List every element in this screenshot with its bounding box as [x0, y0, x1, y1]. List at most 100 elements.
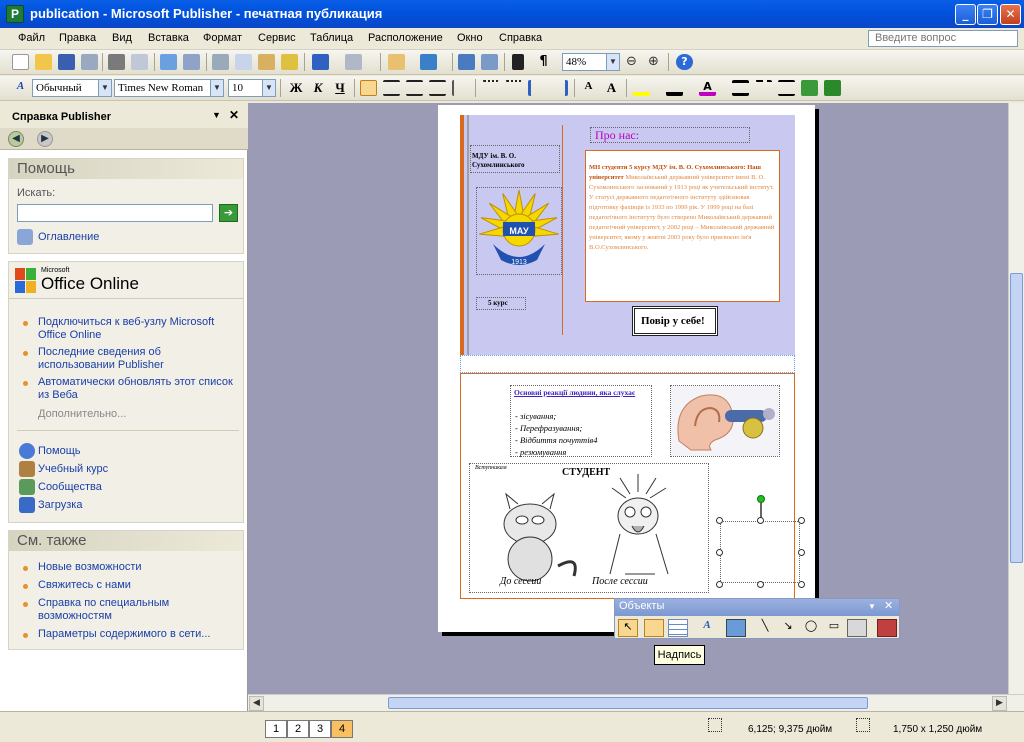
- hyperlink-icon[interactable]: [458, 54, 475, 70]
- menu-tools[interactable]: Сервис: [258, 32, 296, 44]
- columns-icon[interactable]: [512, 54, 524, 70]
- font-size-select[interactable]: 10 ▼: [228, 79, 276, 97]
- horizontal-scroll-thumb[interactable]: [388, 697, 868, 709]
- cut-icon[interactable]: [212, 54, 229, 70]
- close-button[interactable]: ✕: [1000, 4, 1021, 25]
- page-tab-4-active[interactable]: 4: [331, 720, 353, 738]
- zoom-in-icon[interactable]: ⊕: [645, 54, 662, 70]
- menu-format[interactable]: Формат: [203, 32, 242, 44]
- print-icon[interactable]: [108, 54, 125, 70]
- rotation-handle[interactable]: [757, 495, 765, 503]
- spelling-icon[interactable]: [160, 54, 177, 70]
- line-color-icon[interactable]: [666, 80, 683, 96]
- line-icon[interactable]: ╲: [755, 619, 775, 637]
- arrow-style-icon[interactable]: [778, 80, 795, 96]
- objects-toolbar-title[interactable]: Объекты ▼ ✕: [615, 599, 899, 616]
- horizontal-scrollbar[interactable]: ◀ ▶: [248, 694, 1024, 711]
- font-select[interactable]: Times New Roman ▼: [114, 79, 224, 97]
- redo-icon[interactable]: [345, 54, 362, 70]
- see-also-link-1[interactable]: Новые возможности: [38, 561, 142, 574]
- vertical-scroll-thumb[interactable]: [1010, 273, 1023, 563]
- menu-file[interactable]: Файл: [18, 32, 45, 44]
- new-icon[interactable]: [12, 54, 29, 70]
- zoom-page-icon[interactable]: [481, 54, 498, 70]
- line-spacing-icon[interactable]: [452, 80, 469, 96]
- logo-frame[interactable]: МАУ 1913: [476, 187, 562, 275]
- align-center-icon[interactable]: [383, 80, 400, 96]
- zoom-out-icon[interactable]: ⊖: [623, 54, 640, 70]
- new-text-box[interactable]: [720, 521, 800, 583]
- format-painter-icon[interactable]: [281, 54, 298, 70]
- numbering-icon[interactable]: [482, 80, 499, 96]
- menu-edit[interactable]: Правка: [59, 32, 96, 44]
- menu-window[interactable]: Окно: [457, 32, 483, 44]
- 3d-style-icon[interactable]: [824, 80, 841, 96]
- arrange-icon[interactable]: [388, 54, 405, 70]
- chevron-down-icon[interactable]: ▼: [212, 110, 221, 120]
- rotate-icon[interactable]: [420, 54, 437, 70]
- print-preview-icon[interactable]: [131, 54, 148, 70]
- about-text-frame[interactable]: МН студенти 5 курсу МДУ ім. В. О. Сухомл…: [585, 150, 780, 302]
- design-gallery-icon[interactable]: [877, 619, 897, 637]
- line-style-icon[interactable]: [732, 80, 749, 96]
- help-search-input[interactable]: [17, 204, 213, 222]
- ear-image-frame[interactable]: [670, 385, 780, 457]
- back-icon[interactable]: ◀: [8, 131, 24, 147]
- font-color-icon[interactable]: A: [699, 80, 716, 96]
- publication-page[interactable]: Про нас: МДУ ім. В. О. Сухомлинського МА…: [438, 105, 815, 632]
- chevron-down-icon[interactable]: ▼: [868, 602, 876, 611]
- increase-indent-icon[interactable]: [551, 80, 568, 96]
- search-go-icon[interactable]: ➔: [219, 204, 238, 222]
- italic-button[interactable]: К: [308, 79, 328, 97]
- save-icon[interactable]: [58, 54, 75, 70]
- resize-handle[interactable]: [716, 517, 723, 524]
- styles-icon[interactable]: A: [12, 80, 29, 96]
- align-left-icon[interactable]: [360, 80, 377, 96]
- restore-button[interactable]: ❐: [977, 4, 998, 25]
- align-right-icon[interactable]: [406, 80, 423, 96]
- zoom-select[interactable]: 48% ▼: [562, 53, 620, 71]
- office-online-link-1[interactable]: Подключиться к веб-узлу Microsoft Office…: [38, 316, 238, 342]
- reactions-frame[interactable]: Основні реакції людини, яка слухає - зіс…: [510, 385, 652, 457]
- menu-arrange[interactable]: Расположение: [368, 32, 443, 44]
- arrow-icon[interactable]: ↘: [778, 619, 798, 637]
- close-icon[interactable]: ✕: [884, 599, 893, 612]
- resize-handle[interactable]: [757, 581, 764, 588]
- research-icon[interactable]: [183, 54, 200, 70]
- scroll-right-icon[interactable]: ▶: [992, 696, 1007, 711]
- see-also-link-3[interactable]: Справка по специальным возможностям: [38, 597, 228, 623]
- menu-view[interactable]: Вид: [112, 32, 132, 44]
- permission-icon[interactable]: [81, 54, 98, 70]
- bold-button[interactable]: Ж: [286, 79, 306, 97]
- bullets-icon[interactable]: [505, 80, 522, 96]
- menu-help[interactable]: Справка: [499, 32, 542, 44]
- resource-training-link[interactable]: Учебный курс: [38, 463, 108, 476]
- select-objects-icon[interactable]: ↖: [618, 619, 638, 637]
- office-online-link-2[interactable]: Последние сведения об использовании Publ…: [38, 346, 238, 372]
- vertical-scrollbar[interactable]: [1008, 103, 1024, 694]
- dash-style-icon[interactable]: [755, 80, 772, 96]
- resize-handle[interactable]: [716, 581, 723, 588]
- office-online-link-3[interactable]: Автоматически обновлять этот список из В…: [38, 376, 238, 402]
- undo-icon[interactable]: [312, 54, 329, 70]
- check-yourself-button[interactable]: Повір у себе!: [632, 306, 718, 336]
- close-icon[interactable]: ✕: [229, 108, 239, 122]
- help-question-input[interactable]: Введите вопрос: [868, 30, 1018, 47]
- more-link[interactable]: Дополнительно...: [38, 408, 126, 421]
- text-box-icon[interactable]: [644, 619, 664, 637]
- decrease-font-icon[interactable]: A: [580, 80, 597, 96]
- rectangle-icon[interactable]: ▭: [824, 619, 844, 637]
- menu-insert[interactable]: Вставка: [148, 32, 189, 44]
- objects-toolbar[interactable]: Объекты ▼ ✕ ↖ A ╲ ↘ ◯ ▭: [614, 598, 900, 639]
- resize-handle[interactable]: [798, 517, 805, 524]
- resize-handle[interactable]: [757, 517, 764, 524]
- page-tab-2[interactable]: 2: [287, 720, 309, 738]
- menu-table[interactable]: Таблица: [310, 32, 353, 44]
- style-select[interactable]: Обычный ▼: [32, 79, 112, 97]
- underline-button[interactable]: Ч: [330, 79, 350, 97]
- contents-link[interactable]: Оглавление: [38, 231, 99, 244]
- scroll-left-icon[interactable]: ◀: [249, 696, 264, 711]
- publisher-app-icon[interactable]: P: [6, 5, 24, 23]
- cartoon-image-frame[interactable]: Вступникам СТУДЕНТ До сессии После сесси…: [469, 463, 709, 593]
- fill-color-icon[interactable]: [633, 80, 650, 96]
